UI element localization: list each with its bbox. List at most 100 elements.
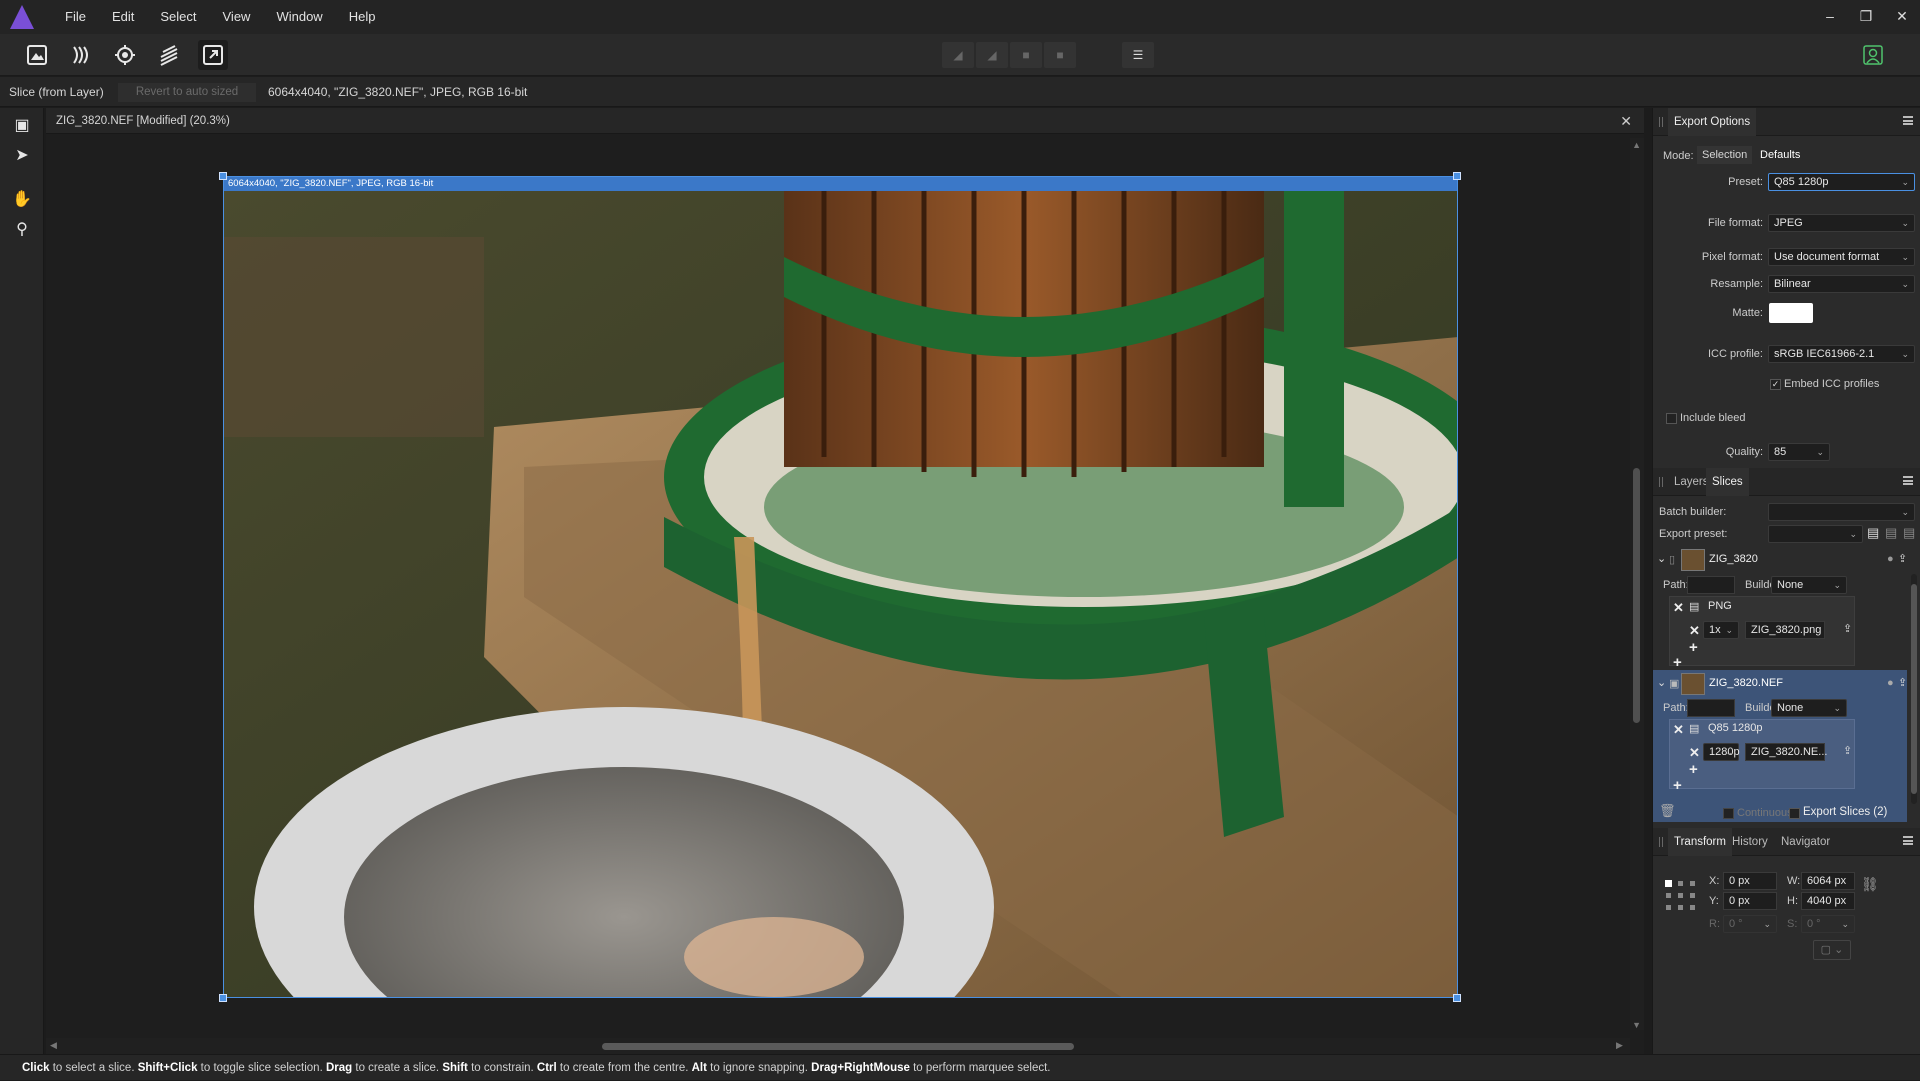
- slice-path-input[interactable]: [1687, 699, 1735, 717]
- menu-edit[interactable]: Edit: [99, 0, 147, 34]
- anchor-grid[interactable]: [1665, 880, 1697, 912]
- menu-view[interactable]: View: [210, 0, 264, 34]
- mode-defaults-button[interactable]: Defaults: [1755, 146, 1805, 164]
- vertical-scroll-thumb[interactable]: [1633, 468, 1640, 723]
- tab-navigator[interactable]: Navigator: [1781, 828, 1830, 856]
- format-dropdown[interactable]: Q85 1280p ⌄: [1703, 720, 1765, 738]
- remove-format-icon[interactable]: ✕: [1673, 600, 1684, 616]
- persona-export-icon[interactable]: [198, 40, 228, 70]
- lock-aspect-icon[interactable]: ⛓: [1861, 876, 1879, 893]
- chevron-down-icon[interactable]: ⌄: [1657, 552, 1666, 565]
- revert-to-auto-sized-button[interactable]: Revert to auto sized: [118, 83, 256, 102]
- icc-profile-dropdown[interactable]: sRGB IEC61966-2.1 ⌄: [1768, 345, 1915, 363]
- tab-layers[interactable]: Layers: [1674, 468, 1709, 496]
- menu-select[interactable]: Select: [147, 0, 209, 34]
- slice-tool-c-button[interactable]: ■: [1010, 42, 1042, 68]
- scroll-up-icon[interactable]: ▲: [1632, 140, 1641, 150]
- user-icon[interactable]: [1858, 40, 1888, 70]
- export-slice-icon[interactable]: ⇪: [1898, 552, 1907, 565]
- panel-menu-icon[interactable]: [1903, 116, 1913, 125]
- slice-row-2[interactable]: ⌄ ▣ ZIG_3820.NEF ● ⇪: [1653, 670, 1907, 698]
- update-preset-icon[interactable]: ▤: [1885, 525, 1897, 541]
- persona-liquify-icon[interactable]: [66, 40, 96, 70]
- pixel-format-dropdown[interactable]: Use document format ⌄: [1768, 248, 1915, 266]
- builder-dropdown[interactable]: None ⌄: [1771, 699, 1847, 717]
- export-slices-button[interactable]: Export Slices (2): [1803, 806, 1887, 818]
- close-document-icon[interactable]: ✕: [1620, 108, 1632, 134]
- scroll-left-icon[interactable]: ◀: [50, 1040, 57, 1051]
- delete-slice-icon[interactable]: 🗑: [1659, 803, 1676, 819]
- visibility-dot-icon[interactable]: ●: [1887, 677, 1894, 689]
- mode-selection-button[interactable]: Selection: [1697, 146, 1753, 164]
- horizontal-scrollbar[interactable]: [46, 1038, 1630, 1054]
- panel-menu-icon[interactable]: [1903, 476, 1913, 485]
- resample-dropdown[interactable]: Bilinear ⌄: [1768, 275, 1915, 293]
- preset-dropdown[interactable]: Q85 1280p ⌄: [1768, 173, 1915, 191]
- slice-handle-tl[interactable]: [219, 172, 227, 180]
- menu-help[interactable]: Help: [336, 0, 389, 34]
- view-tool-icon[interactable]: ▣: [10, 114, 34, 138]
- embed-icc-checkbox[interactable]: ✓: [1770, 379, 1781, 390]
- quality-dropdown[interactable]: 85 ⌄: [1768, 443, 1830, 461]
- shear-input[interactable]: 0 ° ⌄: [1801, 915, 1855, 933]
- slice-path-input[interactable]: [1687, 576, 1735, 594]
- batch-builder-dropdown[interactable]: ⌄: [1768, 503, 1915, 521]
- remove-scale-icon[interactable]: ✕: [1689, 623, 1700, 639]
- zoom-tool-icon[interactable]: ⚲: [10, 218, 34, 242]
- vertical-scrollbar[interactable]: [1630, 138, 1644, 1030]
- slice-filename-input[interactable]: ZIG_3820.png: [1745, 621, 1825, 639]
- continuous-checkbox[interactable]: [1723, 808, 1734, 819]
- transform-options-button[interactable]: ▢ ⌄: [1813, 940, 1851, 960]
- canvas-photo[interactable]: 6064x4040, "ZIG_3820.NEF", JPEG, RGB 16-…: [223, 176, 1458, 998]
- minimize-button[interactable]: –: [1812, 0, 1848, 32]
- slice-filename-input[interactable]: ZIG_3820.NE...: [1745, 743, 1827, 761]
- add-scale-icon[interactable]: +: [1689, 761, 1698, 778]
- slice-handle-bl[interactable]: [219, 994, 227, 1002]
- grip-icon[interactable]: [1659, 477, 1663, 487]
- slice-row-1[interactable]: ⌄ ▯ ZIG_3820 ● ⇪: [1653, 546, 1907, 574]
- align-icon[interactable]: ☰: [1122, 42, 1154, 68]
- tab-export-options[interactable]: Export Options: [1668, 108, 1757, 136]
- remove-format-icon[interactable]: ✕: [1673, 722, 1684, 738]
- persona-photo-icon[interactable]: [22, 40, 52, 70]
- panel-menu-icon[interactable]: [1903, 836, 1913, 845]
- scroll-right-icon[interactable]: ▶: [1616, 1040, 1623, 1051]
- remove-scale-icon[interactable]: ✕: [1689, 745, 1700, 761]
- slice-handle-br[interactable]: [1453, 994, 1461, 1002]
- visibility-dot-icon[interactable]: ●: [1887, 553, 1894, 565]
- tab-transform[interactable]: Transform: [1668, 828, 1732, 856]
- tab-slices[interactable]: Slices: [1706, 468, 1749, 496]
- add-preset-icon[interactable]: ▤: [1867, 525, 1879, 541]
- horizontal-scroll-thumb[interactable]: [602, 1043, 1074, 1050]
- export-slice-icon[interactable]: ⇪: [1843, 744, 1852, 757]
- restore-button[interactable]: ❐: [1848, 0, 1884, 32]
- rotation-input[interactable]: 0 ° ⌄: [1723, 915, 1777, 933]
- format-dropdown[interactable]: PNG ⌄: [1703, 598, 1737, 616]
- builder-dropdown[interactable]: None ⌄: [1771, 576, 1847, 594]
- add-format-icon[interactable]: +: [1673, 777, 1682, 794]
- scale-dropdown[interactable]: 1x ⌄: [1703, 621, 1739, 639]
- add-format-icon[interactable]: +: [1673, 654, 1682, 671]
- include-bleed-checkbox[interactable]: [1666, 413, 1677, 424]
- slices-scrollbar[interactable]: [1911, 574, 1917, 804]
- document-tab[interactable]: ZIG_3820.NEF [Modified] (20.3%) ✕: [46, 108, 1644, 134]
- scale-dropdown[interactable]: 1280p ⌄: [1703, 743, 1740, 761]
- chevron-down-icon[interactable]: ⌄: [1657, 676, 1666, 689]
- slice-tool-a-button[interactable]: ◢: [942, 42, 974, 68]
- file-format-dropdown[interactable]: JPEG ⌄: [1768, 214, 1915, 232]
- tab-history[interactable]: History: [1732, 828, 1768, 856]
- grip-icon[interactable]: [1659, 837, 1663, 847]
- delete-preset-icon[interactable]: ▤: [1903, 525, 1915, 541]
- persona-tonemap-icon[interactable]: [154, 40, 184, 70]
- hand-tool-icon[interactable]: ✋: [10, 188, 34, 212]
- export-slice-icon[interactable]: ⇪: [1898, 676, 1907, 689]
- x-input[interactable]: 0 px: [1723, 872, 1777, 890]
- matte-swatch[interactable]: [1769, 303, 1813, 323]
- w-input[interactable]: 6064 px: [1801, 872, 1855, 890]
- slices-scroll-thumb[interactable]: [1911, 584, 1917, 794]
- move-tool-icon[interactable]: ➤: [10, 144, 34, 168]
- slice-tool-d-button[interactable]: ■: [1044, 42, 1076, 68]
- y-input[interactable]: 0 px: [1723, 892, 1777, 910]
- menu-file[interactable]: File: [52, 0, 99, 34]
- close-window-button[interactable]: ✕: [1884, 0, 1920, 32]
